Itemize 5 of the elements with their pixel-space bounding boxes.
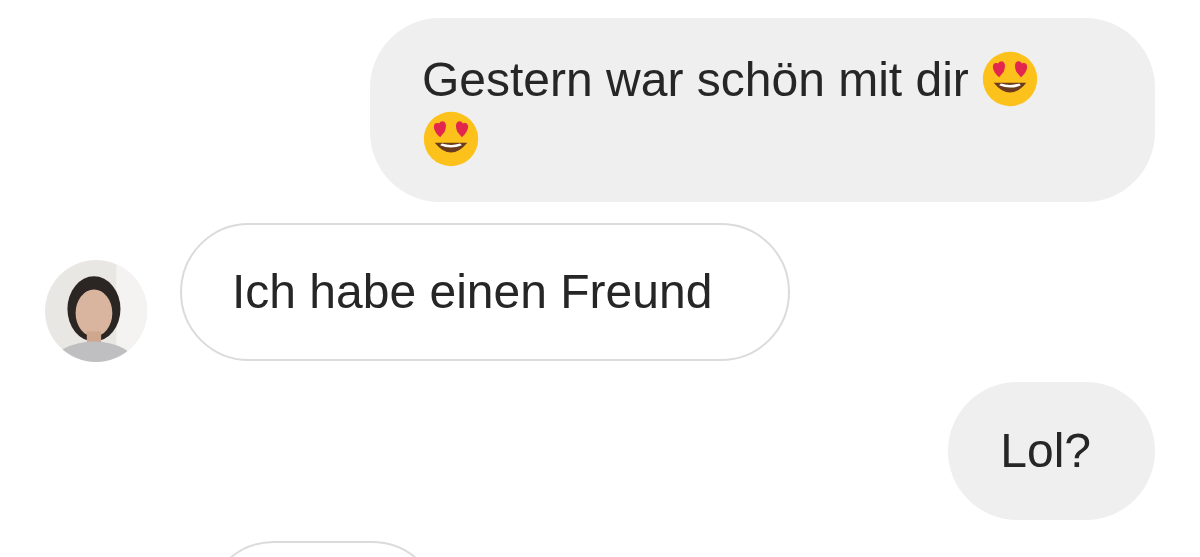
message-text: Gestern war schön mit dir [422,53,969,106]
message-text: Ich habe einen Freund [232,265,713,318]
heart-eyes-icon [980,50,1039,108]
message-text: Lol? [1000,424,1091,477]
heart-eyes-icon [422,110,480,168]
